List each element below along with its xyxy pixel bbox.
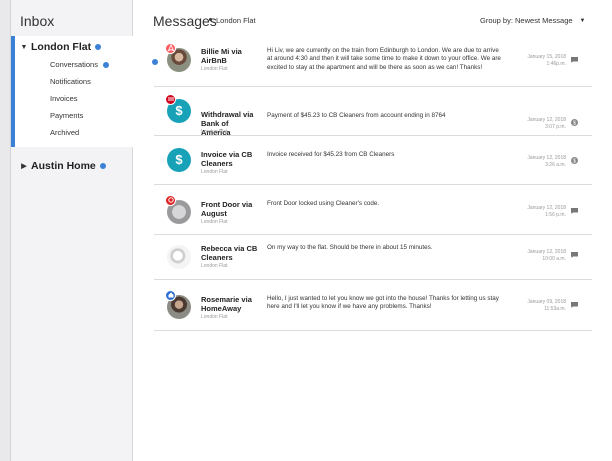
message-text: Invoice received for $45.23 from CB Clea…: [267, 151, 395, 158]
message-text: Hi Liv, we are currently on the train fr…: [267, 47, 501, 71]
sidebar-item-payments[interactable]: Payments: [50, 111, 83, 120]
property-label: London Flat: [201, 169, 228, 175]
message-icon: [571, 208, 578, 214]
date-text: January 12, 2018: [527, 249, 566, 255]
caret-down-icon: ▼: [20, 43, 28, 51]
date-text: January 09, 2018: [527, 299, 566, 305]
unread-dot: [95, 44, 102, 50]
message-row[interactable]: $ Invoice via CB Cleaners London Flat In…: [154, 136, 592, 185]
message-row[interactable]: Billie Mi via AirBnB London Flat Hi Liv,…: [152, 37, 592, 87]
sidebar-item-notifications[interactable]: Notifications: [50, 77, 91, 86]
time-text: 1:56 p.m.: [545, 212, 566, 218]
time-text: 11:53a.m.: [544, 306, 566, 312]
account-austin-home[interactable]: ▶ Austin Home: [17, 160, 106, 172]
message-list: Billie Mi via AirBnB London Flat Hi Liv,…: [152, 37, 592, 331]
sender-name: Rosemarie via HomeAway: [201, 295, 252, 313]
message-icon: [571, 57, 578, 63]
message-row[interactable]: Front Door via August London Flat Front …: [154, 185, 592, 235]
date-text: January 12, 2018: [527, 155, 566, 161]
sidebar-item-label: Conversations: [50, 60, 98, 69]
sidebar: Inbox ▼ London Flat Conversations Notifi…: [11, 0, 133, 461]
group-by-label: Group by: Newest Message: [480, 16, 573, 25]
group-by-dropdown[interactable]: Group by: Newest Message ▼: [480, 16, 586, 25]
time-text: 1:46p.m.: [546, 61, 566, 67]
message-text: On my way to the flat. Should be there i…: [267, 244, 433, 251]
sidebar-item-invoices[interactable]: Invoices: [50, 94, 78, 103]
date-text: January 12, 2018: [527, 205, 566, 211]
sender-name: Front Door via August: [201, 200, 253, 218]
unread-dot: [99, 163, 106, 169]
dollar-icon: $: [167, 148, 191, 172]
sidebar-item-label: Payments: [50, 111, 84, 120]
sender-name: Rebecca via CB Cleaners: [201, 244, 258, 262]
property-label: London Flat: [201, 314, 228, 320]
avatar: [167, 245, 191, 269]
payment-icon: $: [571, 119, 578, 126]
message-text: Front Door locked using Cleaner's code.: [267, 200, 380, 207]
message-icon: [571, 252, 578, 258]
account-panel-london-flat: ▼ London Flat Conversations Notification…: [11, 36, 133, 147]
sender-name: Invoice via CB Cleaners: [201, 150, 253, 168]
time-text: 3:07 p.m.: [545, 124, 566, 130]
message-date: January 12, 2018 3:07 p.m.: [506, 117, 566, 131]
message-date: January 15, 2018 1:46p.m.: [506, 54, 566, 68]
august-icon: [165, 195, 176, 206]
date-text: January 15, 2018: [527, 54, 566, 60]
payment-icon: $: [571, 157, 578, 164]
homeaway-icon: [165, 290, 176, 301]
message-text: Hello, I just wanted to let you know we …: [267, 295, 499, 311]
page-title: Messages: [153, 13, 217, 29]
message-row[interactable]: $ Withdrawal via Bank of America London …: [154, 87, 592, 137]
message-date: January 12, 2018 3:26 a.m.: [506, 155, 566, 169]
svg-text:$: $: [573, 120, 576, 126]
message-date: January 12, 2018 1:56 p.m.: [506, 205, 566, 219]
property-label: London Flat: [201, 219, 228, 225]
airbnb-icon: [165, 43, 176, 54]
sidebar-item-label: Archived: [50, 128, 80, 137]
sidebar-title: Inbox: [20, 13, 55, 29]
sidebar-item-label: Notifications: [50, 77, 91, 86]
message-icon: [571, 302, 578, 308]
account-label: London Flat: [31, 41, 92, 53]
account-london-flat[interactable]: ▼ London Flat: [17, 41, 102, 53]
property-label: London Flat: [201, 263, 228, 269]
unread-dot: [152, 59, 158, 65]
page-subtitle: London Flat: [216, 16, 256, 25]
svg-text:$: $: [573, 158, 576, 164]
messages-pane: Messages London Flat Group by: Newest Me…: [134, 0, 612, 461]
sidebar-item-label: Invoices: [50, 94, 78, 103]
property-label: London Flat: [201, 66, 228, 72]
message-text: Payment of $45.23 to CB Cleaners from ac…: [267, 112, 446, 119]
message-date: January 12, 2018 10:00 a.m.: [506, 249, 566, 263]
separator-dot: [209, 18, 212, 21]
message-row[interactable]: Rosemarie via HomeAway London Flat Hello…: [154, 280, 592, 331]
chevron-down-icon: ▼: [579, 17, 586, 24]
date-text: January 12, 2018: [527, 117, 566, 123]
time-text: 10:00 a.m.: [542, 256, 566, 262]
sidebar-item-archived[interactable]: Archived: [50, 128, 79, 137]
message-row[interactable]: Rebecca via CB Cleaners London Flat On m…: [154, 235, 592, 280]
caret-right-icon: ▶: [21, 163, 27, 170]
window-edge: [0, 0, 11, 461]
bank-icon: [165, 94, 176, 105]
account-label: Austin Home: [31, 160, 96, 172]
unread-dot: [102, 61, 109, 68]
property-label: London Flat: [201, 129, 228, 135]
time-text: 3:26 a.m.: [545, 162, 566, 168]
sidebar-item-conversations[interactable]: Conversations: [50, 60, 109, 69]
sender-name: Billie Mi via AirBnB: [201, 47, 242, 65]
message-date: January 09, 2018 11:53a.m.: [506, 299, 566, 313]
